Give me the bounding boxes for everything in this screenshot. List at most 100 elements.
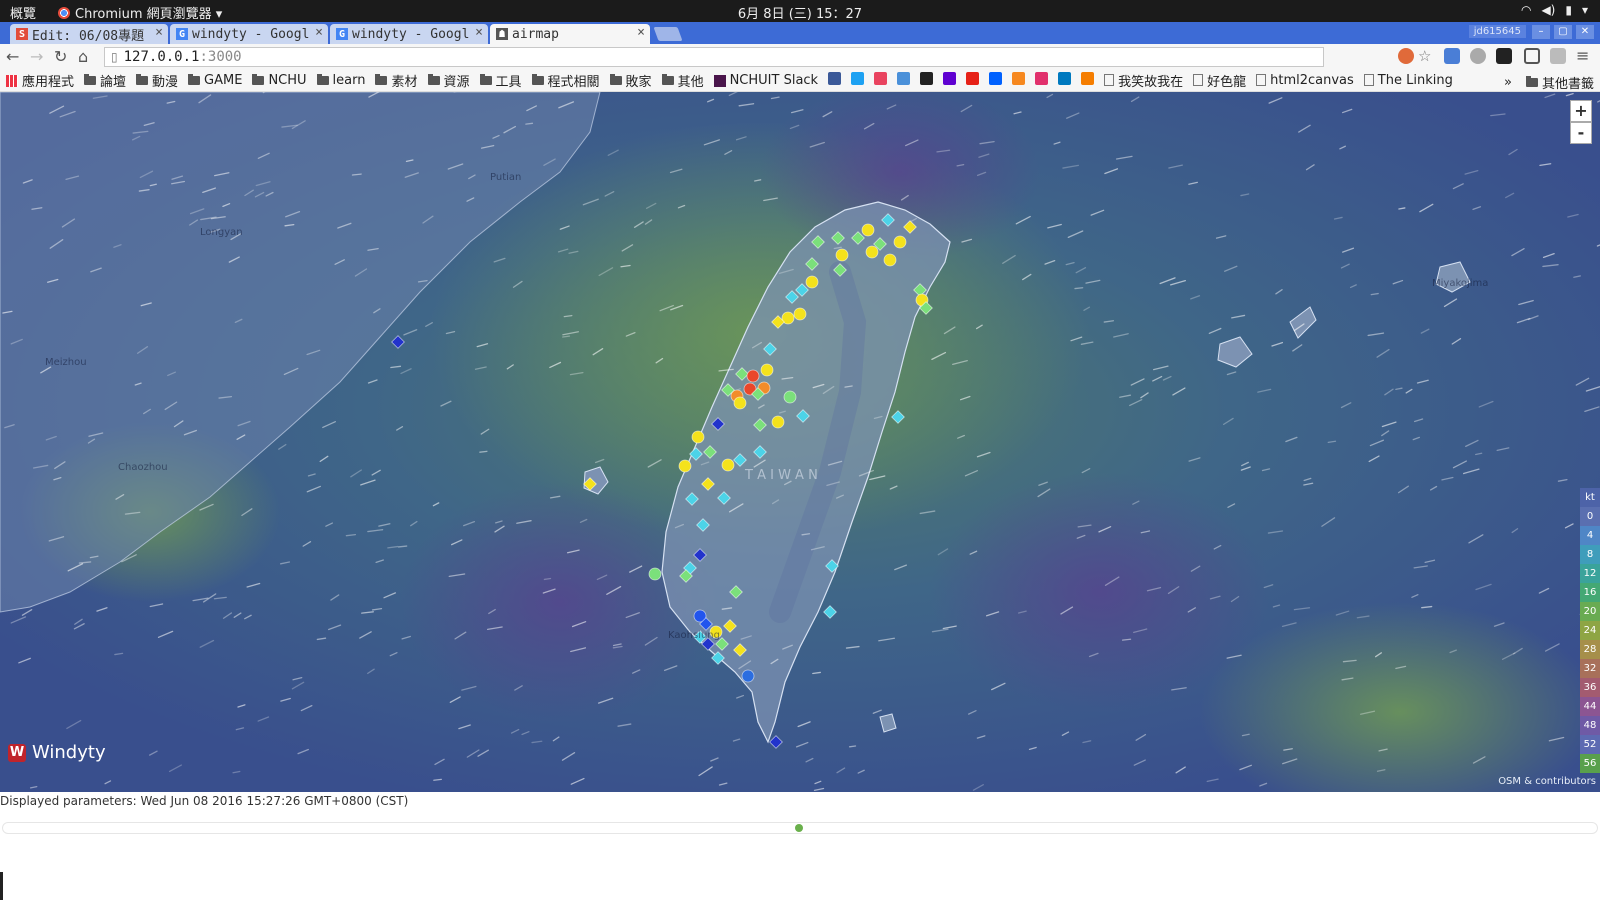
bookmark-link[interactable]: 我笑故我在	[1104, 71, 1183, 90]
bookmark-folder[interactable]: 工具	[479, 71, 522, 90]
profile-name[interactable]: jd615645	[1468, 25, 1526, 38]
home-icon[interactable]: ⌂	[78, 47, 88, 66]
place-label: Miyakojima	[1432, 278, 1489, 289]
bookmark-site-icon[interactable]	[920, 72, 934, 85]
menu-icon[interactable]: ≡	[1576, 48, 1592, 64]
legend-step: 28	[1580, 640, 1600, 659]
station-marker[interactable]	[835, 248, 849, 262]
activities-button[interactable]: 概覽	[10, 3, 36, 22]
blocked-content-icon[interactable]	[1398, 48, 1414, 64]
timeline-slider[interactable]	[2, 822, 1598, 834]
tab-close-icon[interactable]: ×	[475, 25, 483, 40]
incognito-extension-icon[interactable]	[1496, 48, 1512, 64]
restore-button[interactable]: ▢	[1554, 25, 1572, 39]
bookmark-site-icon[interactable]	[1058, 72, 1072, 85]
legend-step: 12	[1580, 564, 1600, 583]
station-marker[interactable]	[805, 275, 819, 289]
back-icon[interactable]: ←	[6, 47, 19, 66]
bookmark-apps[interactable]: 應用程式	[6, 71, 74, 90]
station-marker[interactable]	[760, 363, 774, 377]
close-window-button[interactable]: ✕	[1576, 25, 1594, 39]
station-marker[interactable]	[691, 430, 705, 444]
browser-tab[interactable]: S Edit: 06/08專題 ×	[10, 24, 168, 44]
legend-step: 20	[1580, 602, 1600, 621]
apps-grid-icon	[6, 74, 18, 87]
station-marker[interactable]	[741, 669, 755, 683]
bookmark-folder[interactable]: 敗家	[609, 71, 652, 90]
bookmark-site-icon[interactable]	[874, 72, 888, 85]
bookmark-site-icon[interactable]	[1035, 72, 1049, 85]
map-attribution[interactable]: OSM & contributors	[1498, 776, 1596, 787]
bookmark-site-icon[interactable]	[851, 72, 865, 85]
bookmark-site-icon[interactable]	[966, 72, 980, 85]
bookmark-folder[interactable]: 動漫	[136, 71, 178, 90]
power-menu-icon[interactable]: ▾	[1582, 3, 1588, 17]
extension-icon-2[interactable]	[1550, 48, 1566, 64]
bookmark-folder[interactable]: GAME	[188, 73, 242, 88]
bookmarks-overflow-button[interactable]: »	[1504, 75, 1512, 90]
battery-icon[interactable]: ▮	[1565, 3, 1572, 17]
zoom-out-button[interactable]: -	[1570, 122, 1592, 144]
browser-tab[interactable]: ☗ airmap ×	[490, 24, 650, 44]
station-marker[interactable]	[733, 396, 747, 410]
station-marker[interactable]	[865, 245, 879, 259]
bookmark-folder[interactable]: 其他	[661, 71, 704, 90]
folder-icon	[479, 74, 492, 85]
volume-icon[interactable]: ◀)	[1541, 3, 1555, 17]
station-marker[interactable]	[678, 459, 692, 473]
tab-close-icon[interactable]: ×	[315, 25, 323, 40]
bookmark-site-icon[interactable]	[897, 72, 911, 85]
cast-icon[interactable]	[1524, 48, 1540, 64]
station-marker[interactable]	[721, 458, 735, 472]
bookmark-link[interactable]: The Linking	[1363, 73, 1453, 88]
bookmark-slack[interactable]: NCHUIT Slack	[713, 73, 818, 88]
wind-particle	[397, 545, 408, 548]
station-marker[interactable]	[793, 307, 807, 321]
station-marker[interactable]	[746, 369, 760, 383]
translate-extension-icon[interactable]	[1444, 48, 1460, 64]
forward-icon[interactable]: →	[30, 47, 43, 66]
bookmark-site-icon[interactable]	[943, 72, 957, 85]
extension-icon[interactable]	[1470, 48, 1486, 64]
bookmark-folder[interactable]: NCHU	[252, 73, 307, 88]
zoom-in-button[interactable]: +	[1570, 100, 1592, 122]
bookmark-site-icon[interactable]	[1081, 72, 1095, 85]
bookmark-folder[interactable]: 程式相關	[531, 71, 600, 90]
station-marker[interactable]	[771, 415, 785, 429]
app-menu[interactable]: Chromium 網頁瀏覽器 ▾	[58, 3, 222, 22]
tab-close-icon[interactable]: ×	[155, 25, 163, 40]
bookmark-folder[interactable]: 資源	[427, 71, 470, 90]
bookmarks-bar: 應用程式 論壇 動漫 GAME NCHU learn 素材 資源 工具 程式相關 敗家 其他 NCH…	[0, 70, 1600, 92]
address-bar[interactable]: ▯ 127.0.0.1 :3000	[104, 47, 1324, 67]
wifi-icon[interactable]: ◠	[1521, 3, 1531, 17]
bookmark-link[interactable]: 好色龍	[1193, 71, 1246, 90]
station-marker[interactable]	[893, 235, 907, 249]
bookmark-folder[interactable]: 素材	[375, 71, 418, 90]
bookmark-site-icon[interactable]	[1012, 72, 1026, 85]
bookmark-site-icon[interactable]	[828, 72, 842, 85]
station-marker[interactable]	[648, 567, 662, 581]
station-marker[interactable]	[883, 253, 897, 267]
browser-tab[interactable]: Gwindyty - Googl ×	[170, 24, 328, 44]
bookmark-folder[interactable]: learn	[316, 73, 366, 88]
windyty-logo[interactable]: W Windyty	[8, 742, 106, 763]
bookmark-site-icon[interactable]	[989, 72, 1003, 85]
wind-map[interactable]: Longyan Putian Meizhou Chaozhou Kaohsiun…	[0, 92, 1600, 792]
bookmark-folder[interactable]: 論壇	[84, 71, 126, 90]
station-marker[interactable]	[861, 223, 875, 237]
bookmark-folder-label: learn	[332, 73, 366, 88]
tab-close-icon[interactable]: ×	[637, 25, 645, 40]
reload-icon[interactable]: ↻	[54, 47, 67, 66]
timeline-handle[interactable]	[795, 824, 803, 832]
system-tray[interactable]: ◠ ◀) ▮ ▾	[1521, 3, 1588, 17]
new-tab-button[interactable]	[653, 27, 683, 41]
bookmark-star-icon[interactable]: ☆	[1418, 48, 1434, 64]
minimize-button[interactable]: –	[1532, 25, 1550, 39]
map-canvas[interactable]	[0, 92, 1600, 792]
window-edge	[0, 872, 3, 900]
clock[interactable]: 6月 8日 (三) 15：27	[0, 3, 1600, 22]
other-bookmarks-folder[interactable]: 其他書籤	[1542, 73, 1594, 91]
browser-tab[interactable]: Gwindyty - Googl ×	[330, 24, 488, 44]
station-marker[interactable]	[783, 390, 797, 404]
bookmark-link[interactable]: html2canvas	[1256, 73, 1354, 88]
